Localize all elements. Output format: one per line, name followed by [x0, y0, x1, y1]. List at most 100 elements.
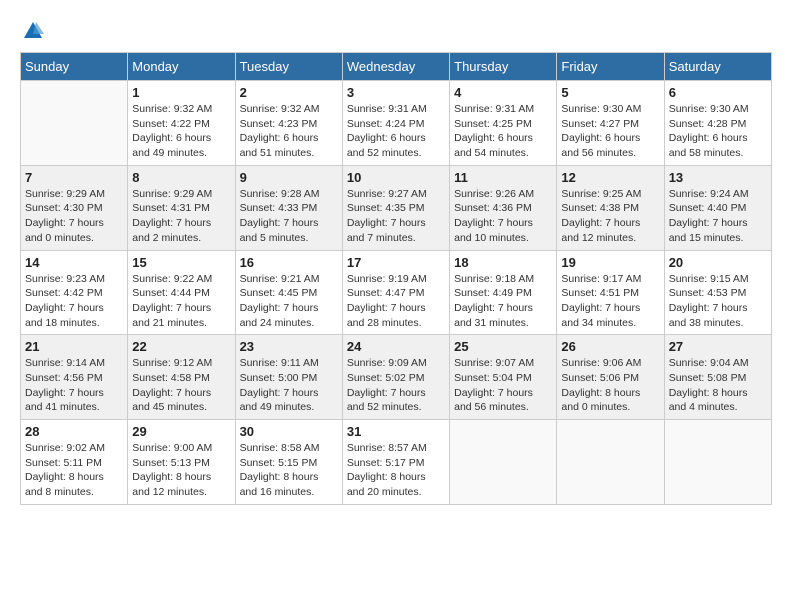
day-info: Sunrise: 9:09 AMSunset: 5:02 PMDaylight:…	[347, 356, 445, 415]
calendar-cell: 3 Sunrise: 9:31 AMSunset: 4:24 PMDaylight…	[342, 81, 449, 166]
calendar-cell: 8Sunrise: 9:29 AMSunset: 4:31 PMDaylight…	[128, 165, 235, 250]
day-info: Sunrise: 9:31 AMSunset: 4:24 PMDaylight:…	[347, 102, 445, 161]
day-info: Sunrise: 9:25 AMSunset: 4:38 PMDaylight:…	[561, 187, 659, 246]
calendar-cell: 20 Sunrise: 9:15 AMSunset: 4:53 PMDayligh…	[664, 250, 771, 335]
page-header	[20, 20, 772, 42]
day-info: Sunrise: 9:31 AMSunset: 4:25 PMDaylight:…	[454, 102, 552, 161]
calendar-cell: 2 Sunrise: 9:32 AMSunset: 4:23 PMDaylight…	[235, 81, 342, 166]
day-number: 9	[240, 170, 338, 185]
day-info: Sunrise: 9:32 AMSunset: 4:23 PMDaylight:…	[240, 102, 338, 161]
calendar-cell: 7 Sunrise: 9:29 AMSunset: 4:30 PMDaylight…	[21, 165, 128, 250]
calendar-cell: 21 Sunrise: 9:14 AMSunset: 4:56 PMDayligh…	[21, 335, 128, 420]
day-number: 20	[669, 255, 767, 270]
calendar-cell	[664, 420, 771, 505]
calendar-cell: 9 Sunrise: 9:28 AMSunset: 4:33 PMDaylight…	[235, 165, 342, 250]
calendar-cell: 25 Sunrise: 9:07 AMSunset: 5:04 PMDayligh…	[450, 335, 557, 420]
day-number: 15	[132, 255, 230, 270]
calendar-cell: 10Sunrise: 9:27 AMSunset: 4:35 PMDayligh…	[342, 165, 449, 250]
logo-icon	[22, 20, 44, 42]
day-number: 23	[240, 339, 338, 354]
calendar-cell: 31Sunrise: 8:57 AMSunset: 5:17 PMDayligh…	[342, 420, 449, 505]
calendar-header-row: SundayMondayTuesdayWednesdayThursdayFrid…	[21, 53, 772, 81]
day-info: Sunrise: 9:30 AMSunset: 4:27 PMDaylight:…	[561, 102, 659, 161]
day-number: 21	[25, 339, 123, 354]
calendar-week-row: 14Sunrise: 9:23 AMSunset: 4:42 PMDayligh…	[21, 250, 772, 335]
day-info: Sunrise: 9:11 AMSunset: 5:00 PMDaylight:…	[240, 356, 338, 415]
day-header-wednesday: Wednesday	[342, 53, 449, 81]
calendar-cell: 6 Sunrise: 9:30 AMSunset: 4:28 PMDaylight…	[664, 81, 771, 166]
day-info: Sunrise: 9:32 AMSunset: 4:22 PMDaylight:…	[132, 102, 230, 161]
day-header-thursday: Thursday	[450, 53, 557, 81]
calendar-cell: 26Sunrise: 9:06 AMSunset: 5:06 PMDayligh…	[557, 335, 664, 420]
day-info: Sunrise: 9:26 AMSunset: 4:36 PMDaylight:…	[454, 187, 552, 246]
calendar-cell: 27 Sunrise: 9:04 AMSunset: 5:08 PMDayligh…	[664, 335, 771, 420]
day-number: 25	[454, 339, 552, 354]
calendar-cell	[557, 420, 664, 505]
day-number: 4	[454, 85, 552, 100]
calendar-cell: 11 Sunrise: 9:26 AMSunset: 4:36 PMDayligh…	[450, 165, 557, 250]
day-number: 1	[132, 85, 230, 100]
calendar-cell	[21, 81, 128, 166]
day-number: 2	[240, 85, 338, 100]
day-number: 27	[669, 339, 767, 354]
logo	[20, 20, 46, 42]
calendar-table: SundayMondayTuesdayWednesdayThursdayFrid…	[20, 52, 772, 505]
day-number: 28	[25, 424, 123, 439]
day-info: Sunrise: 9:04 AMSunset: 5:08 PMDaylight:…	[669, 356, 767, 415]
calendar-cell: 22 Sunrise: 9:12 AMSunset: 4:58 PMDayligh…	[128, 335, 235, 420]
day-info: Sunrise: 9:22 AMSunset: 4:44 PMDaylight:…	[132, 272, 230, 331]
calendar-cell: 30 Sunrise: 8:58 AMSunset: 5:15 PMDayligh…	[235, 420, 342, 505]
day-number: 16	[240, 255, 338, 270]
day-number: 6	[669, 85, 767, 100]
calendar-cell: 17 Sunrise: 9:19 AMSunset: 4:47 PMDayligh…	[342, 250, 449, 335]
day-number: 7	[25, 170, 123, 185]
day-info: Sunrise: 9:06 AMSunset: 5:06 PMDaylight:…	[561, 356, 659, 415]
calendar-cell: 23 Sunrise: 9:11 AMSunset: 5:00 PMDayligh…	[235, 335, 342, 420]
day-info: Sunrise: 9:12 AMSunset: 4:58 PMDaylight:…	[132, 356, 230, 415]
day-info: Sunrise: 9:23 AMSunset: 4:42 PMDaylight:…	[25, 272, 123, 331]
calendar-week-row: 1 Sunrise: 9:32 AMSunset: 4:22 PMDaylight…	[21, 81, 772, 166]
day-number: 18	[454, 255, 552, 270]
day-info: Sunrise: 9:00 AMSunset: 5:13 PMDaylight:…	[132, 441, 230, 500]
day-info: Sunrise: 9:29 AMSunset: 4:30 PMDaylight:…	[25, 187, 123, 246]
day-info: Sunrise: 9:18 AMSunset: 4:49 PMDaylight:…	[454, 272, 552, 331]
day-number: 29	[132, 424, 230, 439]
day-info: Sunrise: 8:58 AMSunset: 5:15 PMDaylight:…	[240, 441, 338, 500]
day-number: 11	[454, 170, 552, 185]
calendar-cell: 24Sunrise: 9:09 AMSunset: 5:02 PMDayligh…	[342, 335, 449, 420]
day-info: Sunrise: 9:30 AMSunset: 4:28 PMDaylight:…	[669, 102, 767, 161]
day-number: 17	[347, 255, 445, 270]
day-info: Sunrise: 9:28 AMSunset: 4:33 PMDaylight:…	[240, 187, 338, 246]
day-info: Sunrise: 9:15 AMSunset: 4:53 PMDaylight:…	[669, 272, 767, 331]
day-info: Sunrise: 8:57 AMSunset: 5:17 PMDaylight:…	[347, 441, 445, 500]
day-number: 22	[132, 339, 230, 354]
day-info: Sunrise: 9:21 AMSunset: 4:45 PMDaylight:…	[240, 272, 338, 331]
calendar-cell: 29 Sunrise: 9:00 AMSunset: 5:13 PMDayligh…	[128, 420, 235, 505]
calendar-cell: 12 Sunrise: 9:25 AMSunset: 4:38 PMDayligh…	[557, 165, 664, 250]
day-header-monday: Monday	[128, 53, 235, 81]
day-info: Sunrise: 9:07 AMSunset: 5:04 PMDaylight:…	[454, 356, 552, 415]
day-info: Sunrise: 9:29 AMSunset: 4:31 PMDaylight:…	[132, 187, 230, 246]
calendar-cell: 16 Sunrise: 9:21 AMSunset: 4:45 PMDayligh…	[235, 250, 342, 335]
day-header-tuesday: Tuesday	[235, 53, 342, 81]
day-header-saturday: Saturday	[664, 53, 771, 81]
day-number: 3	[347, 85, 445, 100]
day-header-sunday: Sunday	[21, 53, 128, 81]
day-info: Sunrise: 9:19 AMSunset: 4:47 PMDaylight:…	[347, 272, 445, 331]
day-info: Sunrise: 9:17 AMSunset: 4:51 PMDaylight:…	[561, 272, 659, 331]
day-number: 5	[561, 85, 659, 100]
day-number: 13	[669, 170, 767, 185]
day-info: Sunrise: 9:02 AMSunset: 5:11 PMDaylight:…	[25, 441, 123, 500]
calendar-week-row: 7 Sunrise: 9:29 AMSunset: 4:30 PMDaylight…	[21, 165, 772, 250]
day-info: Sunrise: 9:24 AMSunset: 4:40 PMDaylight:…	[669, 187, 767, 246]
day-number: 12	[561, 170, 659, 185]
calendar-cell: 19Sunrise: 9:17 AMSunset: 4:51 PMDayligh…	[557, 250, 664, 335]
day-number: 30	[240, 424, 338, 439]
day-info: Sunrise: 9:14 AMSunset: 4:56 PMDaylight:…	[25, 356, 123, 415]
calendar-cell: 15 Sunrise: 9:22 AMSunset: 4:44 PMDayligh…	[128, 250, 235, 335]
calendar-cell: 28 Sunrise: 9:02 AMSunset: 5:11 PMDayligh…	[21, 420, 128, 505]
day-number: 10	[347, 170, 445, 185]
calendar-cell: 13 Sunrise: 9:24 AMSunset: 4:40 PMDayligh…	[664, 165, 771, 250]
day-header-friday: Friday	[557, 53, 664, 81]
calendar-cell: 5 Sunrise: 9:30 AMSunset: 4:27 PMDaylight…	[557, 81, 664, 166]
